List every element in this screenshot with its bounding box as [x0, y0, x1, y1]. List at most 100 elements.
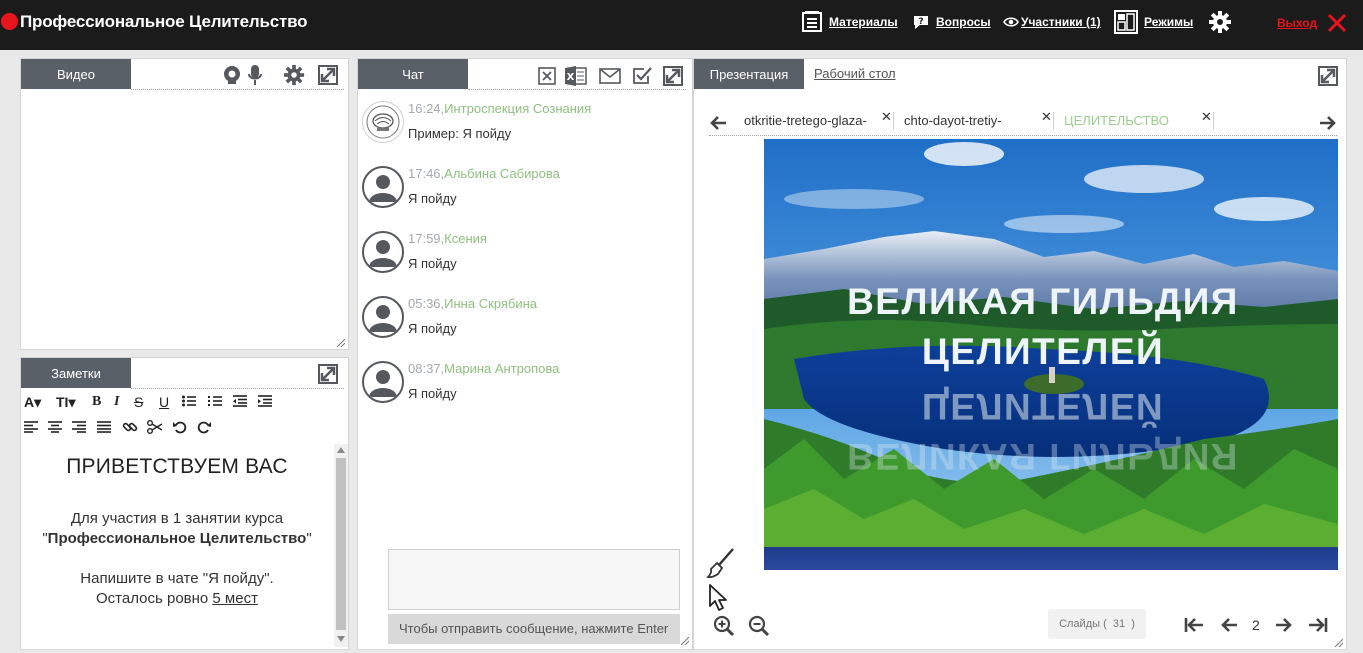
- presentation-slide[interactable]: ВЕЛИКАЯ ГИЛЬДИЯ ЦЕЛИТЕЛЕЙ ЦЕЛИТЕЛЕЙ ВЕЛИ…: [764, 139, 1338, 570]
- resize-handle-icon[interactable]: [337, 339, 345, 347]
- resize-handle-icon[interactable]: [681, 637, 689, 645]
- next-slide-icon[interactable]: [1275, 617, 1293, 633]
- video-tab[interactable]: Видео: [21, 59, 131, 89]
- question-bubble-icon: ?: [914, 16, 928, 29]
- microphone-icon[interactable]: [247, 64, 263, 86]
- message-text: Я пойду: [408, 256, 457, 271]
- message-text: Пример: Я пойду: [408, 126, 512, 141]
- author-name: Альбина Сабирова: [444, 166, 560, 181]
- divider: [131, 89, 344, 90]
- participants-button[interactable]: Участники (1): [1003, 9, 1101, 35]
- participants-label: Участники (1): [1021, 15, 1101, 29]
- outdent-icon[interactable]: [233, 395, 247, 407]
- link-icon[interactable]: [122, 419, 138, 435]
- chat-message-input[interactable]: [388, 549, 680, 610]
- message-text: Я пойду: [408, 191, 457, 206]
- document-tab[interactable]: chto-dayot-tretiy- ✕: [904, 109, 1052, 128]
- default-avatar-icon: [362, 361, 404, 403]
- current-slide-number[interactable]: 2: [1252, 617, 1260, 633]
- font-size-button[interactable]: A▾: [24, 394, 41, 410]
- italic-button[interactable]: I: [114, 394, 119, 410]
- message-header: 08:37,Марина Антропова: [408, 361, 560, 376]
- checkbox-check-icon[interactable]: [632, 66, 652, 86]
- notes-expand-icon[interactable]: [318, 364, 338, 384]
- notes-editor[interactable]: ПРИВЕТСТВУЕМ ВАС Для участия в 1 занятии…: [21, 444, 333, 648]
- video-panel: Видео: [20, 58, 349, 350]
- last-slide-icon[interactable]: [1308, 617, 1328, 633]
- materials-icon: [802, 11, 822, 32]
- tab-close-icon[interactable]: ✕: [1041, 109, 1052, 125]
- document-tab[interactable]: otkritie-tretego-glaza- ✕: [744, 109, 892, 128]
- divider: [709, 135, 1337, 136]
- modes-button[interactable]: Режимы: [1114, 9, 1193, 35]
- document-tab-active[interactable]: ЦЕЛИТЕЛЬСТВО ✕: [1064, 109, 1212, 128]
- seats-link[interactable]: 5 мест: [212, 590, 258, 607]
- chat-expand-icon[interactable]: [663, 66, 683, 86]
- course-name: Профессиональное Целительство: [47, 530, 307, 547]
- email-icon[interactable]: [599, 68, 621, 84]
- align-justify-icon[interactable]: [97, 421, 111, 433]
- chat-message: 17:46,Альбина Сабирова Я пойду: [362, 166, 682, 216]
- redo-icon[interactable]: [197, 420, 211, 434]
- exit-link[interactable]: Выход: [1277, 16, 1317, 30]
- numbered-list-icon[interactable]: [208, 395, 222, 407]
- expand-icon[interactable]: [318, 65, 338, 85]
- author-name: Марина Антропова: [444, 361, 560, 376]
- indent-icon[interactable]: [258, 395, 272, 407]
- tab-close-icon[interactable]: ✕: [881, 109, 892, 125]
- pointer-tool-icon[interactable]: [708, 584, 730, 612]
- text-style-button[interactable]: TI▾: [56, 394, 75, 410]
- settings-gear-icon[interactable]: [1208, 10, 1232, 34]
- presentation-expand-icon[interactable]: [1318, 66, 1338, 86]
- chat-tab[interactable]: Чат: [358, 59, 468, 89]
- notes-line-1: Для участия в 1 занятии курса: [70, 510, 284, 527]
- webcam-icon[interactable]: [222, 65, 242, 85]
- excel-export-icon[interactable]: X: [565, 66, 587, 86]
- default-avatar-icon: [362, 231, 404, 273]
- zoom-in-icon[interactable]: [713, 615, 735, 637]
- questions-button[interactable]: ? Вопросы: [912, 9, 991, 35]
- video-settings-gear-icon[interactable]: [283, 64, 305, 86]
- scrollbar-thumb[interactable]: [336, 458, 346, 630]
- underline-button[interactable]: U: [159, 394, 169, 410]
- resize-handle-icon[interactable]: [1335, 639, 1343, 647]
- undo-icon[interactable]: [173, 420, 187, 434]
- bold-button[interactable]: B: [92, 394, 101, 410]
- bullet-list-icon[interactable]: [182, 395, 196, 407]
- align-right-icon[interactable]: [72, 421, 86, 433]
- tabs-prev-arrow-icon[interactable]: [709, 115, 727, 131]
- materials-label: Материалы: [829, 15, 898, 29]
- brush-tool-icon[interactable]: [706, 547, 736, 579]
- align-center-icon[interactable]: [48, 421, 62, 433]
- first-slide-icon[interactable]: [1184, 617, 1204, 633]
- notes-line-4: Осталось ровно 5 мест: [96, 590, 258, 607]
- app-title: Профессиональное Целительство: [20, 12, 308, 31]
- tabs-next-arrow-icon[interactable]: [1319, 115, 1337, 131]
- prev-slide-icon[interactable]: [1220, 617, 1238, 633]
- notes-tab[interactable]: Заметки: [21, 358, 131, 388]
- notes-scrollbar[interactable]: [334, 444, 348, 647]
- svg-text:?: ?: [918, 17, 923, 27]
- document-tab-label: chto-dayot-tretiy-: [904, 113, 1002, 128]
- message-header: 17:46,Альбина Сабирова: [408, 166, 560, 181]
- scissors-icon[interactable]: [147, 420, 162, 434]
- tab-close-icon[interactable]: ✕: [1201, 109, 1212, 125]
- zoom-out-icon[interactable]: [748, 615, 770, 637]
- close-icon[interactable]: [1327, 13, 1347, 33]
- default-avatar-icon: [362, 166, 404, 208]
- desktop-tab[interactable]: Рабочий стол: [814, 66, 896, 81]
- slides-count: 31: [1112, 618, 1126, 630]
- clear-chat-icon[interactable]: [538, 67, 556, 85]
- avatar: [362, 101, 404, 143]
- author-name: Инна Скрябина: [444, 296, 538, 311]
- materials-button[interactable]: Материалы: [801, 9, 898, 35]
- chat-message: 16:24,Интроспекция Сознания Пример: Я по…: [362, 101, 682, 151]
- top-bar: Профессиональное Целительство Материалы …: [0, 0, 1363, 50]
- align-left-icon[interactable]: [24, 421, 38, 433]
- strikethrough-button[interactable]: S: [134, 394, 143, 410]
- chat-message: 08:37,Марина Антропова Я пойду: [362, 361, 682, 411]
- presentation-tab[interactable]: Презентация: [694, 59, 804, 89]
- slide-title-line-1: ВЕЛИКАЯ ГИЛЬДИЯ: [847, 281, 1239, 322]
- svg-text:X: X: [567, 72, 575, 83]
- questions-label: Вопросы: [936, 15, 991, 29]
